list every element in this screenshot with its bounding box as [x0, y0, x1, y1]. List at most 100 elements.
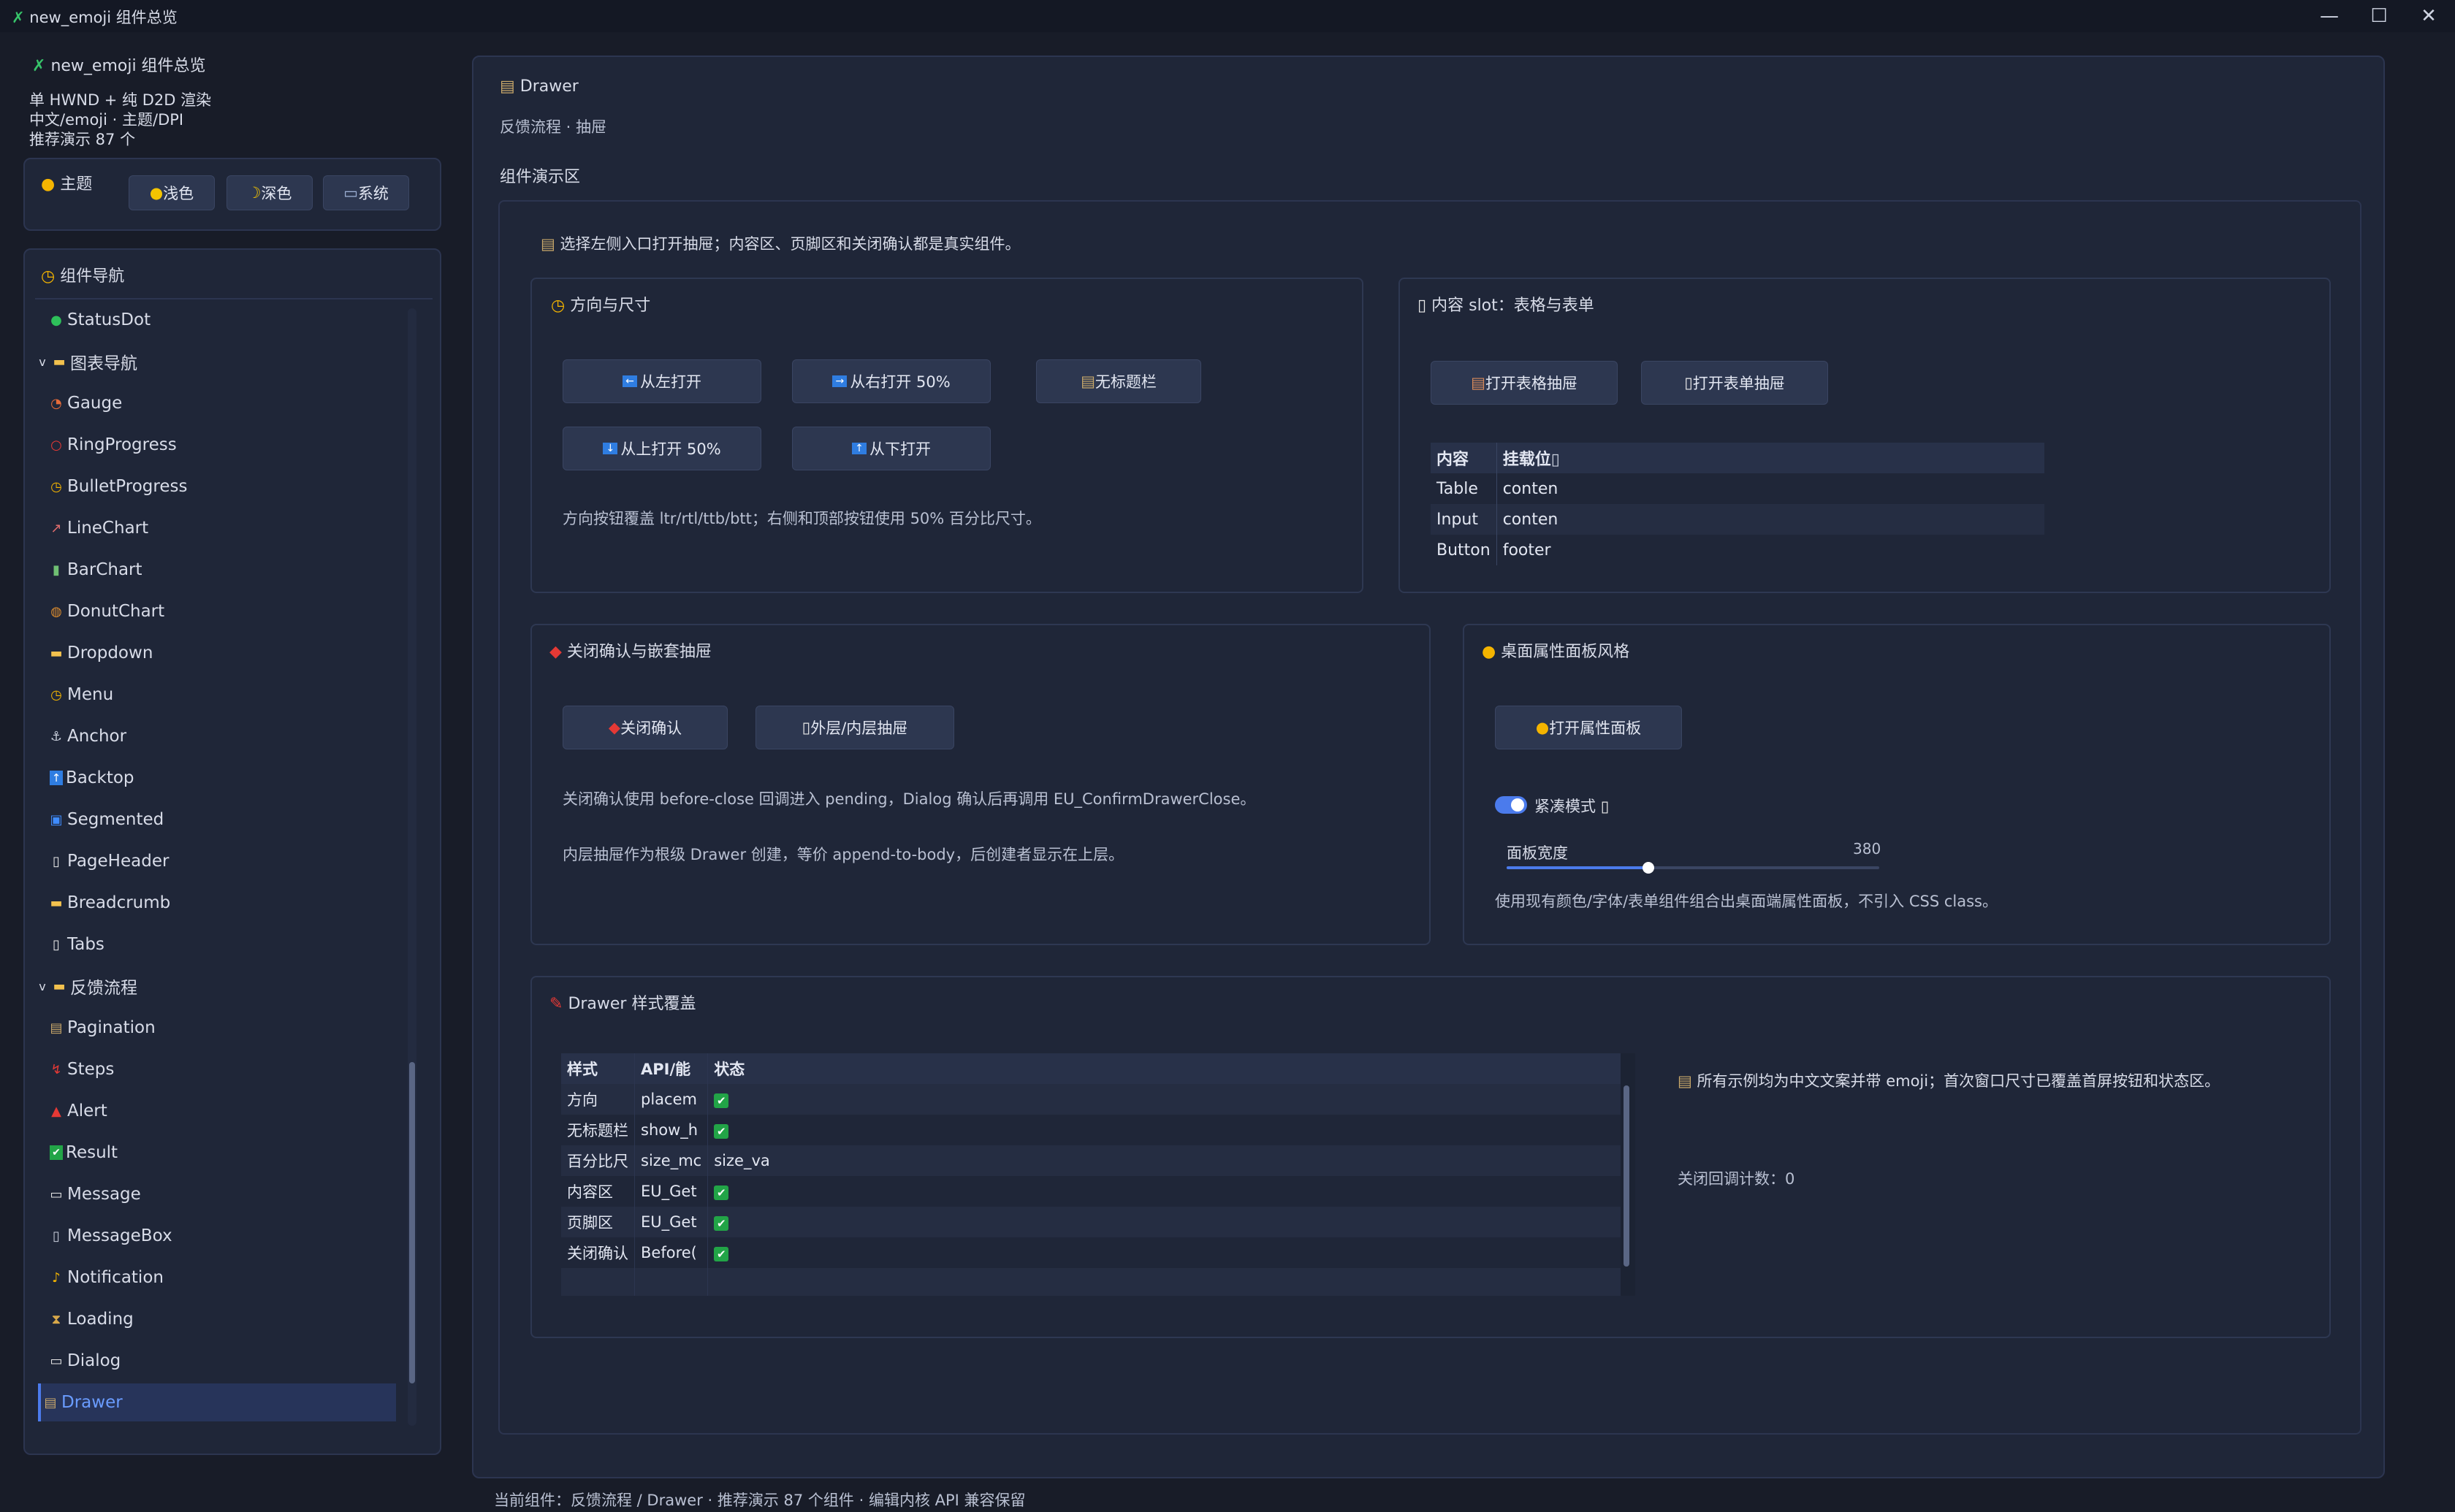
- open-table-drawer-button[interactable]: ▤ 打开表格抽屉: [1431, 361, 1618, 405]
- nav-scrollbar-thumb[interactable]: [409, 1062, 415, 1383]
- nav-item-anchor[interactable]: ⚓ Anchor: [47, 717, 397, 755]
- palette-icon: ●: [41, 175, 56, 194]
- nav-item-bulletprogress[interactable]: ◷ BulletProgress: [47, 467, 397, 505]
- table-row[interactable]: 百分比尺 size_mc size_va: [561, 1145, 1621, 1176]
- table-cell: footer: [1502, 541, 1551, 560]
- nav-divider: [35, 298, 433, 299]
- nav-item-donutchart[interactable]: ◍ DonutChart: [47, 592, 397, 630]
- compact-mode-label-text: 紧凑模式: [1534, 798, 1596, 815]
- nav-item-backtop[interactable]: ↑ Backtop: [47, 759, 397, 797]
- nav-item-drawer-selected[interactable]: ▤ Drawer: [38, 1383, 396, 1421]
- close-button[interactable]: ✕: [2410, 3, 2448, 29]
- nav-item-label: MessageBox: [67, 1226, 172, 1245]
- nav-item-loading[interactable]: ⧗ Loading: [47, 1300, 397, 1338]
- theme-system-button[interactable]: ▭ 系统: [323, 175, 409, 210]
- clock-icon: ◷: [41, 267, 56, 286]
- page-subtitle: 反馈流程 · 抽屉: [500, 118, 607, 136]
- moon-icon: ☽: [247, 184, 262, 202]
- style-table-scrollbar[interactable]: [1624, 1085, 1629, 1267]
- sidebar-info-line: 中文/emoji · 主题/DPI: [29, 111, 184, 129]
- open-form-drawer-button[interactable]: ▯ 打开表单抽屉: [1641, 361, 1828, 405]
- table-cell: ✔: [708, 1237, 1621, 1268]
- column-header: 挂载位▯: [1496, 443, 2044, 473]
- minimize-button[interactable]: —: [2310, 3, 2348, 29]
- nested-drawer-label: 外层/内层抽屉: [810, 719, 908, 737]
- table-cell: ✔: [708, 1084, 1621, 1115]
- open-form-drawer-label: 打开表单抽屉: [1692, 375, 1785, 392]
- arrow-down-icon: ↓: [603, 443, 618, 454]
- nested-drawer-button[interactable]: ▯ 外层/内层抽屉: [755, 706, 954, 749]
- theme-label-text: 主题: [60, 175, 93, 194]
- nav-item-pagination[interactable]: ▤ Pagination: [47, 1009, 397, 1047]
- table-row[interactable]: 关闭确认 Before( ✔: [561, 1237, 1621, 1268]
- table-row[interactable]: Input conten: [1431, 504, 2044, 535]
- nav-item-breadcrumb[interactable]: ▬ Breadcrumb: [47, 884, 397, 922]
- app-icon: ✗: [32, 57, 46, 75]
- nav-item-pageheader[interactable]: ▯ PageHeader: [47, 842, 397, 880]
- nav-item-result[interactable]: ✔ Result: [47, 1134, 397, 1172]
- chevron-down-icon: v: [39, 979, 46, 993]
- nav-item-segmented[interactable]: ▣ Segmented: [47, 801, 397, 839]
- open-left-button[interactable]: ← 从左打开: [563, 359, 761, 403]
- page-title-text: Drawer: [519, 77, 579, 96]
- nav-item-dropdown[interactable]: ▬ Dropdown: [47, 634, 397, 672]
- compact-mode-toggle[interactable]: [1495, 796, 1527, 814]
- table-header-row: 样式 API/能 状态: [561, 1053, 1621, 1084]
- close-confirm-button[interactable]: ◆ 关闭确认: [563, 706, 728, 749]
- nav-item-label: StatusDot: [67, 310, 151, 329]
- table-row[interactable]: 方向 placem ✔: [561, 1084, 1621, 1115]
- nav-item-linechart[interactable]: ↗ LineChart: [47, 509, 397, 547]
- anchor-icon: ⚓: [50, 728, 63, 744]
- open-left-label: 从左打开: [640, 373, 701, 391]
- nav-item-messagebox[interactable]: ▯ MessageBox: [47, 1217, 397, 1255]
- theme-light-button[interactable]: ● 浅色: [129, 175, 215, 210]
- nav-item-dialog[interactable]: ▭ Dialog: [47, 1342, 397, 1380]
- nav-group-feedback[interactable]: v ▬ 反馈流程: [37, 967, 387, 1005]
- clock-icon: ◷: [50, 478, 62, 495]
- app-icon: ✗: [12, 9, 25, 26]
- chevron-down-icon: v: [39, 354, 46, 369]
- column-resize-icon[interactable]: ▯: [1551, 451, 1560, 469]
- nav-item-alert[interactable]: ▲ Alert: [47, 1092, 397, 1130]
- table-row[interactable]: 页脚区 EU_Get ✔: [561, 1207, 1621, 1237]
- no-header-label: 无标题栏: [1095, 373, 1157, 391]
- nav-item-message[interactable]: ▭ Message: [47, 1175, 397, 1213]
- open-right-label: 从右打开 50%: [850, 373, 951, 391]
- maximize-button[interactable]: ☐: [2360, 3, 2398, 29]
- table-row[interactable]: Button footer: [1431, 535, 2044, 565]
- style-card-title: ✎ Drawer 样式覆盖: [549, 990, 696, 1014]
- style-table-container: 样式 API/能 状态 方向 placem ✔ 无标题栏 show_h ✔ 百分…: [561, 1053, 1635, 1296]
- confirm-note-2: 内层抽屉作为根级 Drawer 创建，等价 append-to-body，后创建…: [563, 846, 1124, 863]
- arrow-left-icon: ←: [623, 375, 637, 387]
- panel-width-slider[interactable]: [1507, 862, 1879, 874]
- table-row[interactable]: 无标题栏 show_h ✔: [561, 1115, 1621, 1145]
- breadcrumb-icon: ▬: [50, 895, 63, 911]
- nav-item-steps[interactable]: ↯ Steps: [47, 1050, 397, 1088]
- style-side-note: ▤ 所有示例均为中文文案并带 emoji；首次窗口尺寸已覆盖首屏按钮和状态区。: [1678, 1069, 2220, 1091]
- table-cell: show_h: [634, 1115, 709, 1145]
- nav-item-barchart[interactable]: ▮ BarChart: [47, 551, 397, 589]
- table-row[interactable]: 内容区 EU_Get ✔: [561, 1176, 1621, 1207]
- no-header-button[interactable]: ▤ 无标题栏: [1036, 359, 1201, 403]
- nav-item-label: BulletProgress: [67, 477, 188, 496]
- nav-item-statusdot[interactable]: ● StatusDot: [47, 301, 397, 339]
- open-props-panel-button[interactable]: ● 打开属性面板: [1495, 706, 1682, 749]
- confirm-note-1: 关闭确认使用 before-close 回调进入 pending，Dialog …: [563, 790, 1256, 808]
- nav-item-ringprogress[interactable]: ○ RingProgress: [47, 426, 397, 464]
- sidebar-info-line: 单 HWND + 纯 D2D 渲染: [29, 91, 212, 109]
- nav-item-gauge[interactable]: ◔ Gauge: [47, 384, 397, 422]
- note-icon: ▤: [541, 235, 555, 253]
- nav-item-label: Segmented: [67, 810, 164, 829]
- arrow-up-icon: ↑: [50, 771, 63, 785]
- drawer-icon: ▤: [44, 1394, 57, 1410]
- table-row[interactable]: Table conten: [1431, 473, 2044, 504]
- open-right-button[interactable]: → 从右打开 50%: [792, 359, 991, 403]
- nav-item-notification[interactable]: ♪ Notification: [47, 1259, 397, 1297]
- nav-item-tabs[interactable]: ▯ Tabs: [47, 925, 397, 963]
- open-top-button[interactable]: ↓ 从上打开 50%: [563, 427, 761, 470]
- slider-thumb[interactable]: [1643, 862, 1654, 874]
- theme-dark-button[interactable]: ☽ 深色: [227, 175, 313, 210]
- nav-group-charts[interactable]: v ▬ 图表导航: [37, 343, 387, 381]
- nav-item-menu[interactable]: ◷ Menu: [47, 676, 397, 714]
- open-bottom-button[interactable]: ↑ 从下打开: [792, 427, 991, 470]
